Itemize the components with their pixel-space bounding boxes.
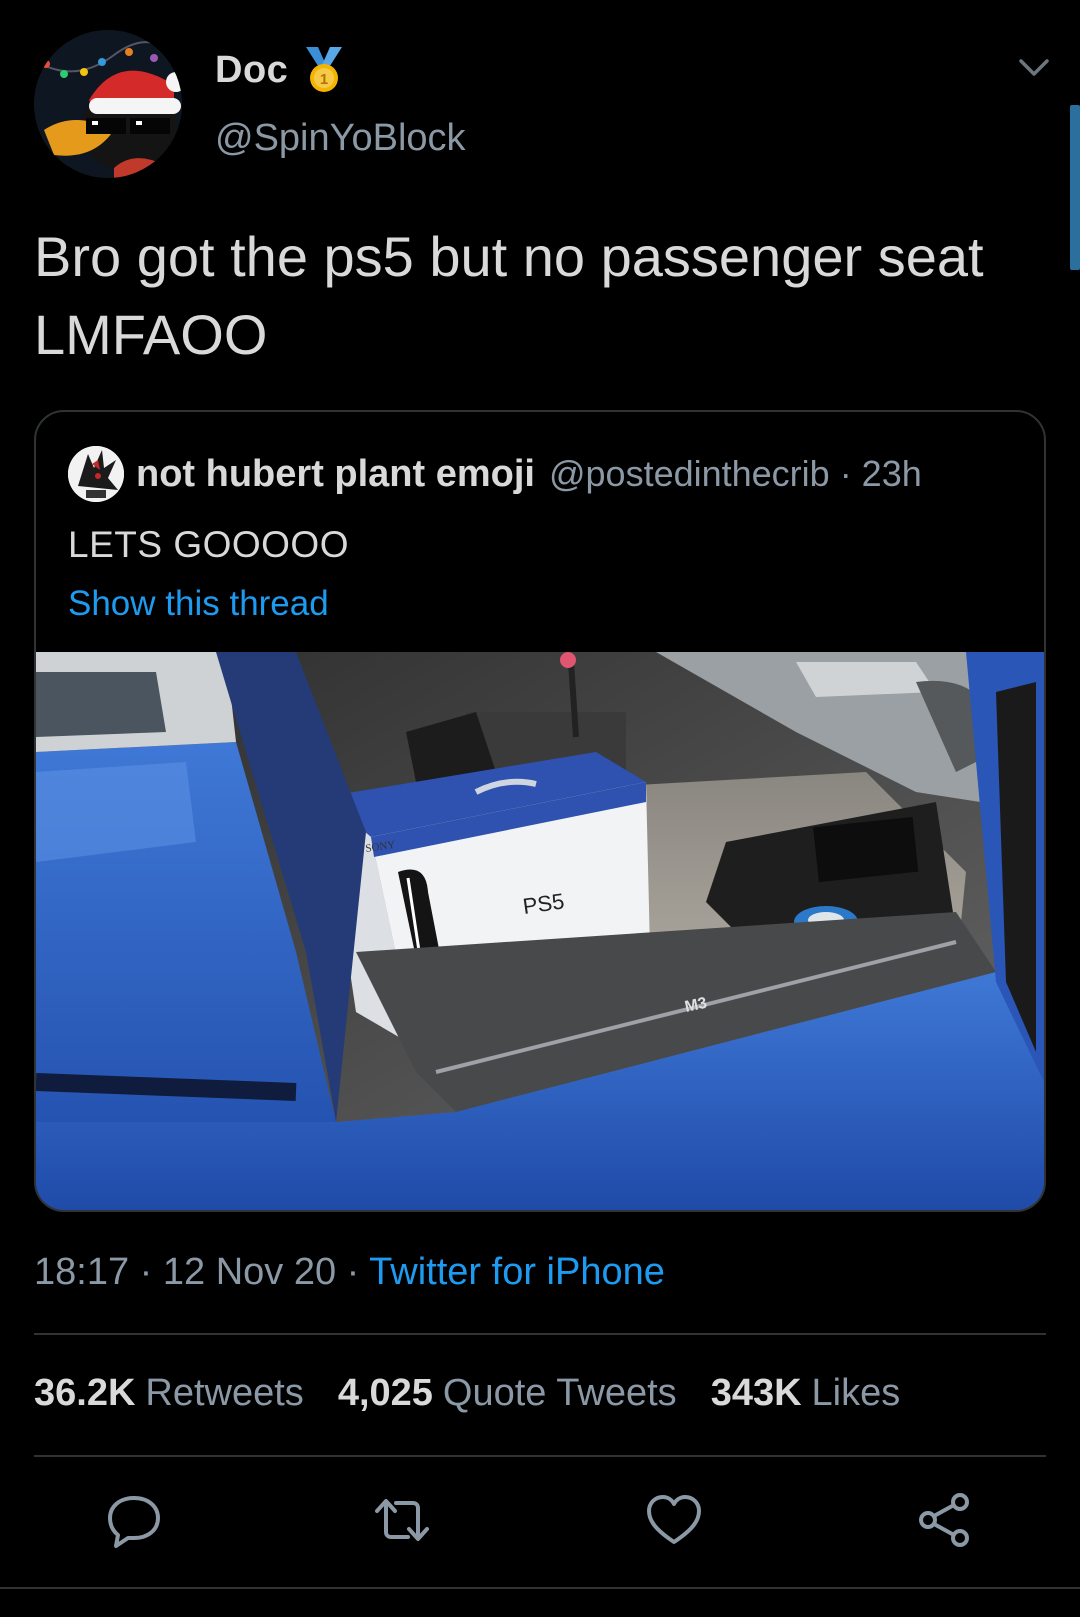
quoted-author-avatar bbox=[68, 446, 124, 502]
likes-stat[interactable]: 343K Likes bbox=[711, 1372, 901, 1415]
hedgehog-avatar-icon bbox=[68, 446, 124, 502]
retweet-icon[interactable] bbox=[372, 1490, 432, 1550]
heart-icon[interactable] bbox=[644, 1490, 704, 1550]
divider bbox=[34, 1333, 1046, 1335]
tweet-text: Bro got the ps5 but no passenger seat LM… bbox=[34, 225, 984, 366]
gold-medal-icon: 1 bbox=[306, 47, 343, 92]
duck-avatar-icon bbox=[34, 30, 182, 178]
quote-tweets-count: 4,025 bbox=[337, 1372, 433, 1414]
likes-count: 343K bbox=[710, 1372, 802, 1414]
author-name-row: Doc 1 bbox=[215, 45, 346, 95]
author-avatar[interactable] bbox=[34, 30, 182, 178]
divider bbox=[0, 1587, 1080, 1589]
quoted-tweet-card[interactable]: not hubert plant emoji @postedinthecrib … bbox=[34, 410, 1046, 1212]
author-handle[interactable]: @SpinYoBlock bbox=[215, 117, 466, 160]
retweets-label: Retweets bbox=[145, 1372, 304, 1414]
retweets-count: 36.2K bbox=[34, 1372, 136, 1414]
tweet-stats: 36.2K Retweets 4,025 Quote Tweets 343K Like… bbox=[34, 1372, 900, 1415]
reply-icon[interactable] bbox=[104, 1490, 164, 1550]
tweet-timestamp-row: 18:17 · 12 Nov 20 · Twitter for iPhone bbox=[34, 1251, 665, 1294]
tweet-source-link[interactable]: Twitter for iPhone bbox=[369, 1251, 665, 1293]
divider bbox=[34, 1455, 1046, 1457]
show-thread-link[interactable]: Show this thread bbox=[68, 584, 329, 624]
likes-label: Likes bbox=[811, 1372, 901, 1414]
quoted-tweet-text: LETS GOOOOO bbox=[68, 524, 349, 565]
share-icon[interactable] bbox=[914, 1490, 974, 1550]
scrollbar-thumb[interactable] bbox=[1070, 105, 1080, 270]
quoted-author-name: not hubert plant emoji bbox=[136, 452, 535, 495]
quoted-tweet-header: not hubert plant emoji @postedinthecrib … bbox=[68, 446, 922, 502]
author-display-name[interactable]: Doc bbox=[215, 49, 288, 92]
tweet-detail: Doc 1 @SpinYoBlock Bro got the ps5 but n… bbox=[0, 0, 1080, 1617]
ps5-in-car-photo[interactable]: SONY PS5 M3 bbox=[36, 652, 1044, 1212]
retweets-stat[interactable]: 36.2K Retweets bbox=[34, 1372, 304, 1415]
quote-tweets-stat[interactable]: 4,025 Quote Tweets bbox=[338, 1372, 677, 1415]
quote-tweets-label: Quote Tweets bbox=[442, 1372, 677, 1414]
quoted-author-meta: @postedinthecrib · 23h bbox=[548, 453, 922, 494]
svg-text:1: 1 bbox=[320, 71, 328, 88]
tweet-actions bbox=[0, 1490, 1080, 1560]
chevron-down-icon[interactable] bbox=[1018, 56, 1050, 80]
tweet-timestamp[interactable]: 18:17 · 12 Nov 20 · bbox=[34, 1251, 369, 1293]
